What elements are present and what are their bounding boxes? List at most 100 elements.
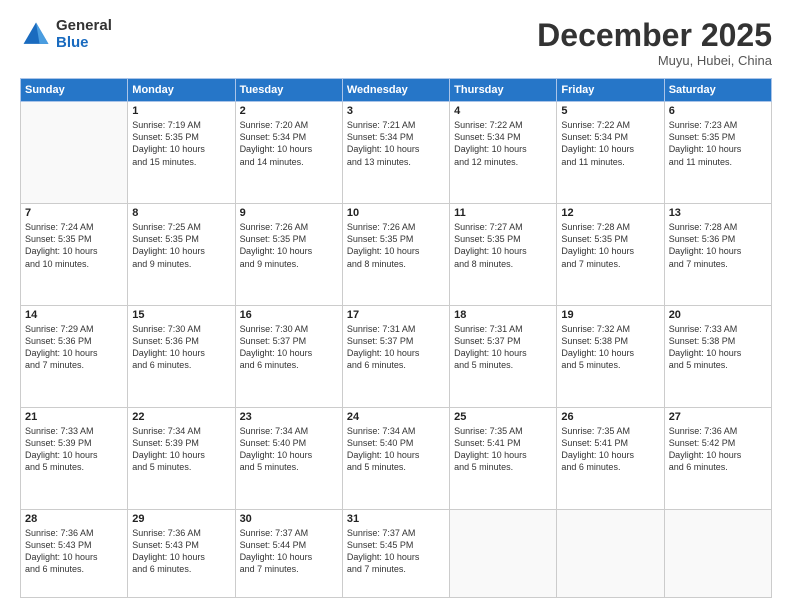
day-number: 20 bbox=[669, 309, 767, 321]
header-tuesday: Tuesday bbox=[235, 79, 342, 102]
day-number: 26 bbox=[561, 411, 659, 423]
logo-blue-text: Blue bbox=[56, 35, 112, 52]
table-row: 28 Sunrise: 7:36 AM Sunset: 5:43 PM Dayli… bbox=[21, 509, 128, 597]
table-row: 14 Sunrise: 7:29 AM Sunset: 5:36 PM Dayli… bbox=[21, 306, 128, 408]
table-row: 16 Sunrise: 7:30 AM Sunset: 5:37 PM Dayli… bbox=[235, 306, 342, 408]
table-row: 2 Sunrise: 7:20 AM Sunset: 5:34 PM Daylig… bbox=[235, 102, 342, 204]
day-number: 12 bbox=[561, 207, 659, 219]
day-number: 21 bbox=[25, 411, 123, 423]
header-monday: Monday bbox=[128, 79, 235, 102]
day-number: 14 bbox=[25, 309, 123, 321]
day-number: 30 bbox=[240, 513, 338, 525]
logo-icon bbox=[20, 19, 52, 51]
table-row: 13 Sunrise: 7:28 AM Sunset: 5:36 PM Dayli… bbox=[664, 204, 771, 306]
day-number: 10 bbox=[347, 207, 445, 219]
logo: General Blue bbox=[20, 18, 112, 51]
day-info: Sunrise: 7:30 AM Sunset: 5:36 PM Dayligh… bbox=[132, 323, 230, 372]
day-info: Sunrise: 7:36 AM Sunset: 5:42 PM Dayligh… bbox=[669, 425, 767, 474]
day-number: 29 bbox=[132, 513, 230, 525]
day-info: Sunrise: 7:22 AM Sunset: 5:34 PM Dayligh… bbox=[561, 119, 659, 168]
table-row: 25Sunrise: 7:35 AM Sunset: 5:41 PM Dayli… bbox=[450, 408, 557, 510]
table-row: 18 Sunrise: 7:31 AM Sunset: 5:37 PM Dayli… bbox=[450, 306, 557, 408]
day-info: Sunrise: 7:23 AM Sunset: 5:35 PM Dayligh… bbox=[669, 119, 767, 168]
day-info: Sunrise: 7:34 AM Sunset: 5:40 PM Dayligh… bbox=[240, 425, 338, 474]
table-row bbox=[450, 509, 557, 597]
table-row: 7 Sunrise: 7:24 AM Sunset: 5:35 PM Daylig… bbox=[21, 204, 128, 306]
day-info: Sunrise: 7:29 AM Sunset: 5:36 PM Dayligh… bbox=[25, 323, 123, 372]
day-info: Sunrise: 7:21 AM Sunset: 5:34 PM Dayligh… bbox=[347, 119, 445, 168]
day-number: 2 bbox=[240, 105, 338, 117]
header-thursday: Thursday bbox=[450, 79, 557, 102]
title-block: December 2025 Muyu, Hubei, China bbox=[537, 18, 772, 68]
day-number: 4 bbox=[454, 105, 552, 117]
table-row bbox=[21, 102, 128, 204]
day-info: Sunrise: 7:19 AM Sunset: 5:35 PM Dayligh… bbox=[132, 119, 230, 168]
day-info: Sunrise: 7:28 AM Sunset: 5:36 PM Dayligh… bbox=[669, 221, 767, 270]
table-row: 10Sunrise: 7:26 AM Sunset: 5:35 PM Dayli… bbox=[342, 204, 449, 306]
header-friday: Friday bbox=[557, 79, 664, 102]
day-info: Sunrise: 7:31 AM Sunset: 5:37 PM Dayligh… bbox=[454, 323, 552, 372]
day-info: Sunrise: 7:36 AM Sunset: 5:43 PM Dayligh… bbox=[132, 527, 230, 576]
logo-general-text: General bbox=[56, 18, 112, 35]
day-info: Sunrise: 7:31 AM Sunset: 5:37 PM Dayligh… bbox=[347, 323, 445, 372]
table-row: 3 Sunrise: 7:21 AM Sunset: 5:34 PM Daylig… bbox=[342, 102, 449, 204]
logo-text: General Blue bbox=[56, 18, 112, 51]
day-info: Sunrise: 7:33 AM Sunset: 5:39 PM Dayligh… bbox=[25, 425, 123, 474]
day-number: 15 bbox=[132, 309, 230, 321]
header-wednesday: Wednesday bbox=[342, 79, 449, 102]
day-number: 7 bbox=[25, 207, 123, 219]
day-number: 16 bbox=[240, 309, 338, 321]
header-sunday: Sunday bbox=[21, 79, 128, 102]
calendar-header-row: Sunday Monday Tuesday Wednesday Thursday… bbox=[21, 79, 772, 102]
table-row: 9Sunrise: 7:26 AM Sunset: 5:35 PM Daylig… bbox=[235, 204, 342, 306]
day-number: 25 bbox=[454, 411, 552, 423]
day-info: Sunrise: 7:25 AM Sunset: 5:35 PM Dayligh… bbox=[132, 221, 230, 270]
day-number: 5 bbox=[561, 105, 659, 117]
day-number: 17 bbox=[347, 309, 445, 321]
day-number: 31 bbox=[347, 513, 445, 525]
table-row: 23 Sunrise: 7:34 AM Sunset: 5:40 PM Dayli… bbox=[235, 408, 342, 510]
table-row: 30 Sunrise: 7:37 AM Sunset: 5:44 PM Dayli… bbox=[235, 509, 342, 597]
day-number: 13 bbox=[669, 207, 767, 219]
day-info: Sunrise: 7:30 AM Sunset: 5:37 PM Dayligh… bbox=[240, 323, 338, 372]
day-info: Sunrise: 7:24 AM Sunset: 5:35 PM Dayligh… bbox=[25, 221, 123, 270]
day-info: Sunrise: 7:37 AM Sunset: 5:44 PM Dayligh… bbox=[240, 527, 338, 576]
table-row: 6 Sunrise: 7:23 AM Sunset: 5:35 PM Daylig… bbox=[664, 102, 771, 204]
day-number: 28 bbox=[25, 513, 123, 525]
day-info: Sunrise: 7:34 AM Sunset: 5:39 PM Dayligh… bbox=[132, 425, 230, 474]
table-row: 1 Sunrise: 7:19 AM Sunset: 5:35 PM Daylig… bbox=[128, 102, 235, 204]
table-row: 8 Sunrise: 7:25 AM Sunset: 5:35 PM Daylig… bbox=[128, 204, 235, 306]
day-info: Sunrise: 7:22 AM Sunset: 5:34 PM Dayligh… bbox=[454, 119, 552, 168]
table-row: 21 Sunrise: 7:33 AM Sunset: 5:39 PM Dayli… bbox=[21, 408, 128, 510]
table-row bbox=[557, 509, 664, 597]
header-saturday: Saturday bbox=[664, 79, 771, 102]
day-number: 27 bbox=[669, 411, 767, 423]
table-row: 27 Sunrise: 7:36 AM Sunset: 5:42 PM Dayli… bbox=[664, 408, 771, 510]
table-row: 15 Sunrise: 7:30 AM Sunset: 5:36 PM Dayli… bbox=[128, 306, 235, 408]
table-row: 4 Sunrise: 7:22 AM Sunset: 5:34 PM Daylig… bbox=[450, 102, 557, 204]
day-number: 18 bbox=[454, 309, 552, 321]
day-number: 1 bbox=[132, 105, 230, 117]
day-number: 6 bbox=[669, 105, 767, 117]
table-row: 5 Sunrise: 7:22 AM Sunset: 5:34 PM Daylig… bbox=[557, 102, 664, 204]
day-number: 11 bbox=[454, 207, 552, 219]
day-info: Sunrise: 7:37 AM Sunset: 5:45 PM Dayligh… bbox=[347, 527, 445, 576]
day-number: 8 bbox=[132, 207, 230, 219]
table-row: 26 Sunrise: 7:35 AM Sunset: 5:41 PM Dayli… bbox=[557, 408, 664, 510]
table-row: 22Sunrise: 7:34 AM Sunset: 5:39 PM Dayli… bbox=[128, 408, 235, 510]
location-subtitle: Muyu, Hubei, China bbox=[537, 53, 772, 68]
day-info: Sunrise: 7:36 AM Sunset: 5:43 PM Dayligh… bbox=[25, 527, 123, 576]
day-number: 23 bbox=[240, 411, 338, 423]
month-title: December 2025 bbox=[537, 18, 772, 53]
day-info: Sunrise: 7:20 AM Sunset: 5:34 PM Dayligh… bbox=[240, 119, 338, 168]
day-number: 9 bbox=[240, 207, 338, 219]
day-info: Sunrise: 7:35 AM Sunset: 5:41 PM Dayligh… bbox=[561, 425, 659, 474]
day-number: 3 bbox=[347, 105, 445, 117]
calendar-table: Sunday Monday Tuesday Wednesday Thursday… bbox=[20, 78, 772, 598]
table-row: 17 Sunrise: 7:31 AM Sunset: 5:37 PM Dayli… bbox=[342, 306, 449, 408]
day-number: 19 bbox=[561, 309, 659, 321]
table-row bbox=[664, 509, 771, 597]
table-row: 11Sunrise: 7:27 AM Sunset: 5:35 PM Dayli… bbox=[450, 204, 557, 306]
table-row: 31 Sunrise: 7:37 AM Sunset: 5:45 PM Dayli… bbox=[342, 509, 449, 597]
day-info: Sunrise: 7:34 AM Sunset: 5:40 PM Dayligh… bbox=[347, 425, 445, 474]
